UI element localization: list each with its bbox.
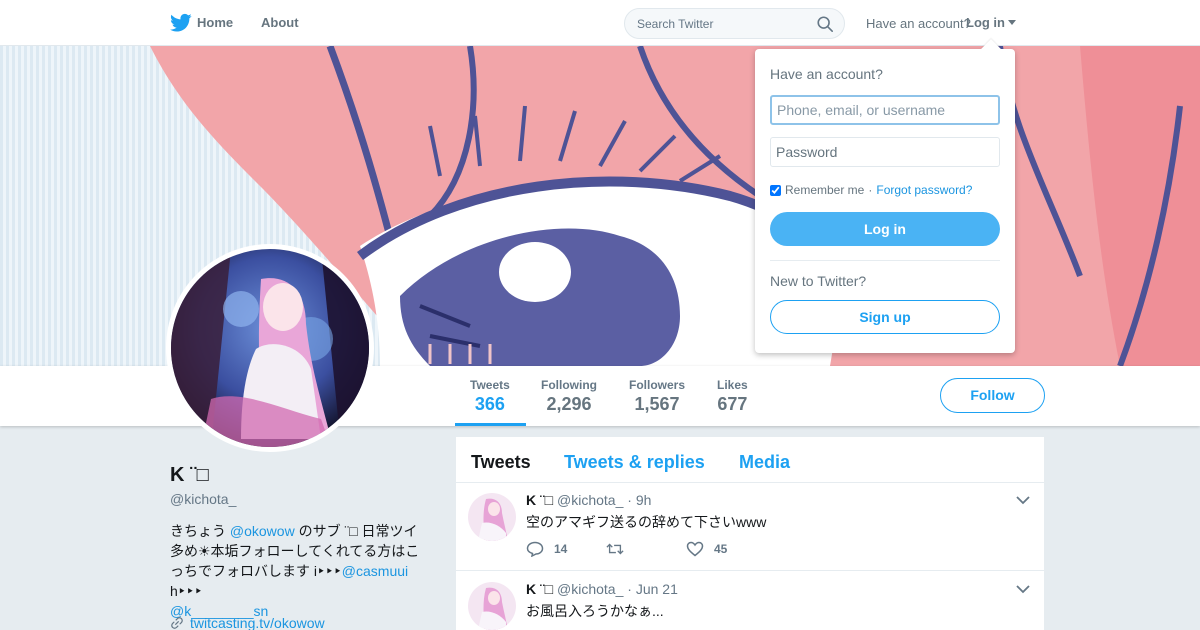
login-dropdown: Have an account? Remember me · Forgot pa…: [755, 39, 1015, 353]
bio-mention-okowow[interactable]: @okowow: [230, 523, 295, 539]
remember-me-row: Remember me · Forgot password?: [770, 183, 972, 197]
login-button[interactable]: Log in: [770, 212, 1000, 246]
bio-text-1: きちょう: [170, 523, 230, 539]
username-field[interactable]: [770, 95, 1000, 125]
timeline-tabs: Tweets Tweets & replies Media: [456, 437, 1044, 483]
stat-likes-value: 677: [717, 394, 748, 414]
tweet-author-name[interactable]: K ¨□: [526, 492, 553, 508]
remember-me-label[interactable]: Remember me: [785, 183, 864, 197]
stat-tweets[interactable]: Tweets 366: [470, 378, 510, 415]
follow-button[interactable]: Follow: [940, 378, 1045, 413]
stat-followers-value: 1,567: [634, 394, 680, 414]
dropdown-divider: [770, 260, 1000, 261]
heart-icon[interactable]: [686, 541, 704, 557]
search-box[interactable]: Search Twitter: [624, 8, 845, 39]
remember-separator: ·: [868, 183, 873, 197]
timeline: Tweets Tweets & replies Media K ¨□ @kich…: [456, 437, 1044, 630]
login-link-label[interactable]: Log in: [966, 15, 1005, 30]
like-action[interactable]: 45: [686, 541, 727, 557]
tweet-avatar[interactable]: [468, 582, 516, 630]
retweet-icon[interactable]: [606, 541, 624, 557]
tweet-actions: 14 45: [526, 541, 826, 561]
stat-likes[interactable]: Likes 677: [717, 378, 748, 415]
tweet-text: お風呂入ろうかなぁ...: [526, 603, 664, 619]
stat-following-value: 2,296: [546, 394, 592, 414]
top-nav: Home About Search Twitter Have an accoun…: [0, 0, 1200, 46]
retweet-action[interactable]: [606, 541, 634, 557]
stat-following-label: Following: [541, 378, 597, 392]
tweet-header: K ¨□ @kichota_ · 9h: [526, 492, 651, 508]
profile-bio: きちょう @okowow のサブ ¨□ 日常ツイ多め☀本垢フォローしてくれてる方…: [170, 521, 430, 621]
tweet-avatar-image: [468, 493, 516, 541]
tab-tweets-replies[interactable]: Tweets & replies: [564, 452, 705, 473]
profile-url[interactable]: twitcasting.tv/okowow: [170, 615, 325, 630]
reply-icon[interactable]: [526, 541, 544, 557]
tweet-author-handle[interactable]: @kichota_: [557, 492, 623, 508]
tweet-timestamp[interactable]: · 9h: [627, 492, 651, 508]
new-to-twitter-text: New to Twitter?: [770, 273, 867, 289]
like-count: 45: [714, 542, 728, 556]
remember-me-checkbox[interactable]: [770, 184, 781, 196]
signup-button[interactable]: Sign up: [770, 300, 1000, 334]
avatar-image: [171, 249, 369, 447]
tweet-author-handle[interactable]: @kichota_: [557, 581, 623, 597]
caret-down-icon: [1008, 20, 1016, 25]
active-stat-underline: [455, 423, 526, 426]
reply-count: 14: [554, 542, 568, 556]
nav-about-link[interactable]: About: [261, 15, 299, 30]
password-field[interactable]: [770, 137, 1000, 167]
tweet-text: 空のアマギフ送るの辞めて下さいwww: [526, 514, 767, 530]
stat-likes-label: Likes: [717, 378, 748, 392]
tweet-avatar-image: [468, 582, 516, 630]
stat-followers[interactable]: Followers 1,567: [629, 378, 685, 415]
stat-followers-label: Followers: [629, 378, 686, 392]
forgot-password-link[interactable]: Forgot password?: [876, 183, 972, 197]
tweet-item[interactable]: K ¨□ @kichota_ · 9h 空のアマギフ送るの辞めて下さいwww 1…: [456, 483, 1044, 571]
search-icon[interactable]: [816, 15, 834, 33]
stat-following[interactable]: Following 2,296: [541, 378, 597, 415]
tweet-avatar[interactable]: [468, 493, 516, 541]
chevron-down-icon[interactable]: [1016, 495, 1030, 505]
tweet-item[interactable]: K ¨□ @kichota_ · Jun 21 お風呂入ろうかなぁ...: [456, 572, 1044, 630]
profile-url-text[interactable]: twitcasting.tv/okowow: [190, 615, 325, 630]
reply-action[interactable]: 14: [526, 541, 567, 557]
login-dropdown-toggle[interactable]: Log in: [966, 15, 1016, 30]
tweet-author-name[interactable]: K ¨□: [526, 581, 553, 597]
tweet-timestamp[interactable]: · Jun 21: [627, 581, 678, 597]
nav-home-link[interactable]: Home: [197, 15, 233, 30]
profile-avatar[interactable]: [166, 244, 374, 452]
profile-name: K ¨□: [170, 464, 209, 486]
bio-text-3: h‣‣‣: [170, 583, 203, 599]
tab-media[interactable]: Media: [739, 452, 790, 473]
tab-tweets[interactable]: Tweets: [471, 452, 531, 473]
dropdown-title: Have an account?: [770, 66, 883, 82]
bio-mention-casmuui[interactable]: @casmuui: [342, 563, 408, 579]
search-placeholder[interactable]: Search Twitter: [637, 17, 713, 31]
stat-tweets-label: Tweets: [470, 378, 510, 392]
stat-tweets-value: 366: [474, 394, 505, 414]
link-icon: [171, 617, 183, 629]
chevron-down-icon[interactable]: [1016, 584, 1030, 594]
have-account-text: Have an account?: [866, 16, 971, 31]
tweet-header: K ¨□ @kichota_ · Jun 21: [526, 581, 678, 597]
profile-handle[interactable]: @kichota_: [170, 491, 236, 507]
twitter-bird-icon[interactable]: [170, 13, 192, 33]
